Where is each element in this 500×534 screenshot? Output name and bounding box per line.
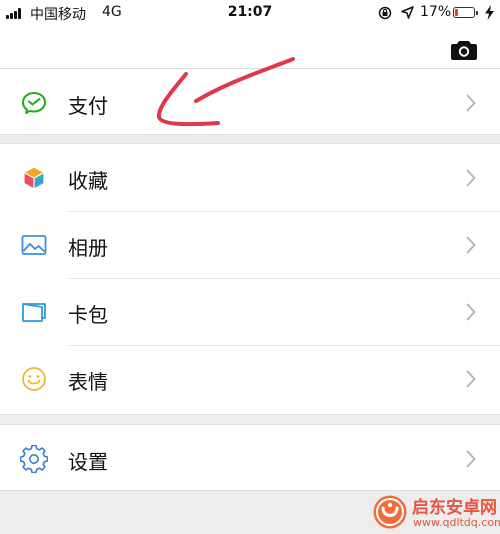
- gear-icon: [20, 445, 48, 473]
- menu-group-settings: 设置: [0, 424, 500, 491]
- watermark-logo-icon: [373, 495, 407, 529]
- watermark-title: 启东安卓网: [412, 498, 497, 518]
- menu-item-settings[interactable]: 设置: [0, 425, 500, 492]
- chevron-right-icon: [466, 450, 476, 468]
- orientation-lock-icon: [378, 6, 392, 20]
- wechat-me-page: 中国移动 4G 21:07 17% 支付 收藏 相册 卡包 表情 设置 启东安卓…: [0, 0, 500, 534]
- camera-icon[interactable]: [451, 40, 477, 60]
- chevron-right-icon: [466, 303, 476, 321]
- cube-favorites-icon: [23, 166, 45, 190]
- menu-group-main: 收藏 相册 卡包 表情: [0, 143, 500, 415]
- menu-group-pay: 支付: [0, 68, 500, 135]
- battery-percent: 17%: [420, 4, 452, 20]
- photo-album-icon: [21, 235, 47, 255]
- battery-icon: [453, 7, 478, 18]
- menu-item-favorites[interactable]: 收藏: [0, 144, 500, 211]
- chevron-right-icon: [466, 370, 476, 388]
- battery-level: [455, 9, 458, 16]
- menu-item-pay[interactable]: 支付: [0, 69, 500, 136]
- menu-item-label: 收藏: [68, 169, 108, 193]
- chevron-right-icon: [466, 169, 476, 187]
- chevron-right-icon: [466, 94, 476, 112]
- chevron-right-icon: [466, 236, 476, 254]
- menu-item-label: 支付: [68, 94, 108, 118]
- watermark-url: www.qdltdq.com: [413, 516, 500, 529]
- menu-item-cards[interactable]: 卡包: [0, 278, 500, 345]
- site-watermark: 启东安卓网 www.qdltdq.com: [370, 492, 500, 532]
- card-wallet-icon: [22, 303, 46, 322]
- smiley-icon: [22, 367, 46, 391]
- menu-item-stickers[interactable]: 表情: [0, 345, 500, 412]
- menu-item-label: 表情: [68, 370, 108, 394]
- menu-item-label: 设置: [68, 450, 108, 474]
- wechat-pay-icon: [22, 92, 46, 114]
- menu-item-label: 卡包: [68, 303, 108, 327]
- menu-item-label: 相册: [68, 236, 108, 260]
- page-header: [0, 28, 500, 68]
- status-bar: 中国移动 4G 21:07 17%: [0, 0, 500, 28]
- charging-bolt-icon: [485, 5, 494, 20]
- menu-item-album[interactable]: 相册: [0, 211, 500, 278]
- location-arrow-icon: [401, 6, 414, 19]
